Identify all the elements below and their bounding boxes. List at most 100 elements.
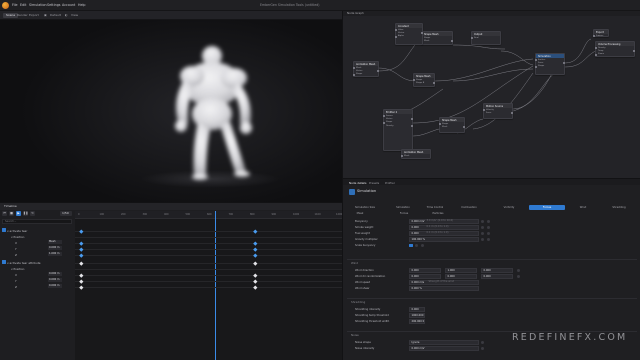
category-tab[interactable]: Wind: [565, 205, 601, 210]
track-value-field[interactable]: 0.000 m: [48, 277, 62, 282]
node-graph-panel[interactable]: Node Graph Animation Mesh Mesh Vertex Shape…: [342, 11, 640, 178]
node-pin-socket[interactable]: [439, 123, 441, 126]
default-view-button[interactable]: Default: [50, 14, 61, 17]
playhead[interactable]: [215, 211, 216, 360]
pause-icon[interactable]: ❚❚: [23, 211, 28, 216]
graph-node[interactable]: Motion Source Velocity Force: [483, 103, 513, 119]
graph-node[interactable]: Shape Mesh Shape Mesh: [421, 31, 453, 45]
category-tab[interactable]: Forces: [529, 205, 565, 210]
property-value-field[interactable]: 100.000 %: [409, 237, 479, 242]
graph-node[interactable]: Volume Processing Density Temp Flame: [595, 41, 635, 57]
view-icon[interactable]: ◐: [65, 14, 68, 17]
property-reset-icon[interactable]: [487, 219, 490, 223]
category-tab[interactable]: Combustion: [451, 205, 487, 210]
tab-profiler[interactable]: Profiler: [385, 181, 395, 185]
node-pin-socket[interactable]: [463, 126, 465, 129]
property-reset-icon[interactable]: [415, 243, 418, 247]
section-wind[interactable]: Wind: [351, 261, 358, 265]
node-pin-socket[interactable]: [433, 82, 435, 85]
category-tab[interactable]: Shredding: [601, 205, 637, 210]
node-pin-socket[interactable]: [383, 115, 385, 118]
node-pin-socket[interactable]: [535, 65, 537, 68]
stop-icon[interactable]: ■: [9, 211, 14, 216]
category-tab[interactable]: Mask: [347, 211, 373, 216]
node-pin-socket[interactable]: [563, 62, 565, 65]
property-reset-icon[interactable]: [481, 225, 484, 229]
property-reset-icon[interactable]: [481, 219, 484, 223]
node-pin-socket[interactable]: [395, 29, 397, 32]
graph-node[interactable]: Animation Mesh Mesh Vertex Shape: [353, 61, 379, 77]
category-tab[interactable]: Simulation Size: [347, 205, 383, 210]
property-reset-icon[interactable]: [481, 340, 484, 344]
menu-settings[interactable]: Settings: [47, 3, 61, 7]
node-pin-socket[interactable]: [413, 79, 415, 82]
node-pin-socket[interactable]: [411, 124, 413, 127]
section-noise[interactable]: Noise: [351, 333, 359, 337]
node-pin-socket[interactable]: [421, 32, 423, 35]
graph-node[interactable]: Output Final: [471, 31, 501, 45]
menu-file[interactable]: File: [12, 3, 18, 7]
play-icon[interactable]: ▶: [16, 211, 21, 216]
property-value-field[interactable]: 0.000: [481, 274, 513, 279]
track-enable-checkbox[interactable]: [2, 260, 6, 264]
property-checkbox[interactable]: [409, 243, 413, 247]
graph-node[interactable]: Simulation Emitter Force Shape: [535, 53, 565, 75]
keyframe-area[interactable]: [75, 211, 342, 360]
property-value-field[interactable]: 0.000: [409, 268, 441, 273]
graph-node[interactable]: Constant Value Vector Alpha: [395, 23, 423, 45]
category-tab[interactable]: Simulation: [385, 205, 421, 210]
node-pin-socket[interactable]: [395, 35, 397, 38]
track-value-field[interactable]: Mesh: [48, 239, 62, 244]
node-pin-socket[interactable]: [633, 50, 635, 53]
node-pin-socket[interactable]: [383, 121, 385, 124]
camera-icon[interactable]: ▣: [44, 14, 47, 17]
node-pin-socket[interactable]: [377, 70, 379, 73]
node-pin-socket[interactable]: [353, 73, 355, 76]
node-pin-socket[interactable]: [593, 35, 595, 38]
graph-node[interactable]: Animation Mesh Mesh: [401, 149, 431, 159]
property-value-field[interactable]: 1000.000 K: [409, 313, 425, 318]
node-pin-socket[interactable]: [535, 59, 537, 62]
property-reset-icon[interactable]: [487, 231, 490, 235]
property-reset-icon[interactable]: [481, 237, 484, 241]
node-pin-socket[interactable]: [511, 112, 513, 115]
property-reset-icon[interactable]: [517, 268, 520, 272]
section-shredding[interactable]: Shredding: [351, 300, 365, 304]
track-value-field[interactable]: 0.000 m: [48, 271, 62, 276]
property-value-field[interactable]: 0.000: [445, 274, 477, 279]
track-enable-checkbox[interactable]: [2, 228, 6, 232]
property-value-field[interactable]: 0.000: [409, 307, 425, 312]
track-value-field[interactable]: 1.000 m: [48, 251, 62, 256]
node-pin-socket[interactable]: [471, 37, 473, 40]
graph-node[interactable]: Export Frames: [593, 29, 609, 38]
timeline-search-input[interactable]: Search...: [2, 219, 72, 224]
property-value-field[interactable]: 0.000: [481, 268, 513, 273]
node-pin-socket[interactable]: [411, 118, 413, 121]
property-reset-icon[interactable]: [487, 225, 490, 229]
property-value-field[interactable]: 200.000 K: [409, 319, 425, 324]
tab-node-details[interactable]: Node details: [349, 181, 367, 185]
graph-node[interactable]: Shape Mesh Shape Shape B: [413, 73, 435, 87]
category-tab[interactable]: Particles: [425, 211, 451, 216]
node-pin-socket[interactable]: [483, 109, 485, 112]
property-reset-icon[interactable]: [487, 237, 490, 241]
property-value-field[interactable]: 0.000 m/s²: [409, 346, 479, 351]
category-tab[interactable]: Forces: [391, 211, 417, 216]
property-value-field[interactable]: 0.000 %: [409, 286, 479, 291]
track-value-field[interactable]: 0.000 m: [48, 283, 62, 288]
property-value-field[interactable]: 1.000: [445, 268, 477, 273]
view-menu[interactable]: View: [71, 14, 78, 17]
frame-counter[interactable]: 1/50: [60, 211, 72, 216]
menu-help[interactable]: Help: [78, 3, 86, 7]
category-tab[interactable]: Vorticity: [491, 205, 527, 210]
skip-icon[interactable]: ⏮: [2, 211, 7, 216]
graph-node[interactable]: Emitter 2 Source Vertex Shape Density: [383, 109, 413, 151]
graph-node[interactable]: Shape Mesh Shape Mesh: [439, 117, 465, 133]
property-reset-icon[interactable]: [421, 243, 424, 247]
category-tab[interactable]: Time Control: [417, 205, 453, 210]
menu-simulation[interactable]: Simulation: [29, 3, 47, 7]
tab-scene[interactable]: Scene: [3, 13, 19, 18]
loop-icon[interactable]: ↻: [30, 211, 35, 216]
track-value-field[interactable]: 0.000 m: [48, 245, 62, 250]
menu-account[interactable]: Account: [62, 3, 75, 7]
